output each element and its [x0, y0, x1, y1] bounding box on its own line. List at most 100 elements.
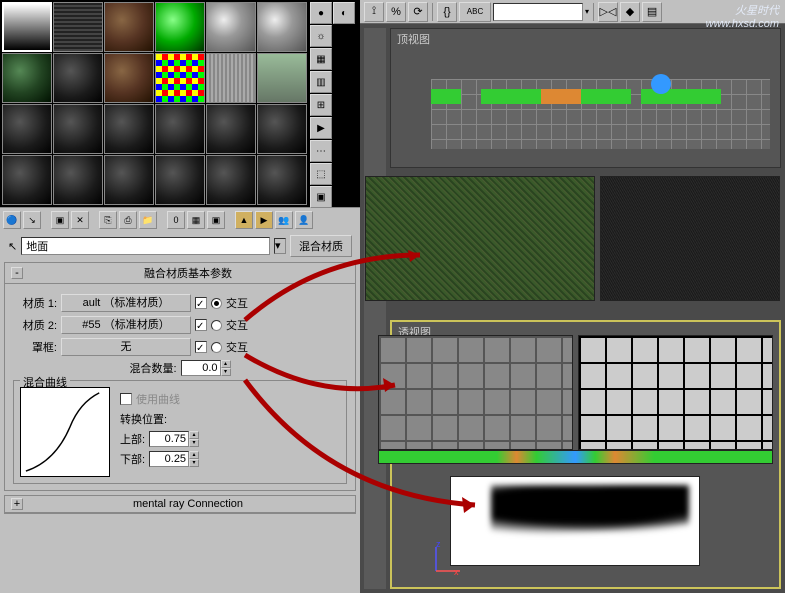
- reset-map-icon[interactable]: ✕: [71, 211, 89, 229]
- abc-icon[interactable]: ABC: [459, 2, 491, 22]
- material-slot[interactable]: [2, 2, 52, 52]
- sibling2-icon[interactable]: 👤: [295, 211, 313, 229]
- background-icon[interactable]: ▦: [310, 48, 332, 70]
- material-type-button[interactable]: 混合材质: [290, 235, 352, 257]
- spinner-up-icon[interactable]: ▴: [221, 360, 231, 368]
- mask-texture-preview: [450, 476, 700, 566]
- named-sel-icon[interactable]: {}: [437, 2, 457, 22]
- collapse-icon[interactable]: -: [11, 267, 23, 279]
- sample-uv-icon[interactable]: ▥: [310, 71, 332, 93]
- mtl-effects-icon[interactable]: 0: [167, 211, 185, 229]
- material-slot[interactable]: [206, 104, 256, 154]
- mat2-radio[interactable]: [211, 320, 222, 331]
- material-name-input[interactable]: [21, 237, 270, 255]
- material-slot[interactable]: [53, 104, 103, 154]
- mat1-button[interactable]: ault （标准材质）: [61, 294, 191, 312]
- dropdown-icon[interactable]: ▾: [585, 7, 589, 16]
- material-slot[interactable]: [104, 155, 154, 205]
- mirror-icon[interactable]: ▷◁: [598, 2, 618, 22]
- cobblestone-texture-preview: [378, 335, 573, 450]
- expand-icon[interactable]: +: [11, 498, 23, 510]
- dropdown-arrow-icon[interactable]: ▾: [274, 238, 286, 254]
- material-slot[interactable]: [206, 2, 256, 52]
- sibling-icon[interactable]: 👥: [275, 211, 293, 229]
- mat1-enable-checkbox[interactable]: [195, 297, 207, 309]
- material-slot[interactable]: [257, 53, 307, 103]
- top-viewport[interactable]: 顶视图: [390, 28, 781, 168]
- material-slot[interactable]: [155, 2, 205, 52]
- material-slot[interactable]: [257, 104, 307, 154]
- viewport-divider[interactable]: [364, 28, 386, 589]
- rollout-header[interactable]: + mental ray Connection: [5, 496, 355, 513]
- select-link-icon[interactable]: ⟟: [364, 2, 384, 22]
- make-preview-icon[interactable]: ▶: [310, 117, 332, 139]
- material-slot[interactable]: [53, 155, 103, 205]
- material-slot[interactable]: [155, 104, 205, 154]
- put-to-lib-icon[interactable]: 📁: [139, 211, 157, 229]
- terrain-strip-preview: [378, 450, 773, 464]
- spinner-down-icon[interactable]: ▾: [189, 439, 199, 447]
- put-to-scene-icon[interactable]: ↘: [23, 211, 41, 229]
- go-forward-icon[interactable]: ▶: [255, 211, 273, 229]
- backlight-icon[interactable]: ☼: [310, 25, 332, 47]
- material-slot[interactable]: [104, 53, 154, 103]
- options-icon[interactable]: ⋯: [310, 140, 332, 162]
- show-end-icon[interactable]: ▦: [187, 211, 205, 229]
- mix-amount-input[interactable]: [181, 360, 221, 376]
- material-slot[interactable]: [206, 155, 256, 205]
- pick-material-icon[interactable]: ↖: [8, 240, 17, 253]
- mask-label: 罩框:: [13, 339, 57, 355]
- blend-params-rollout: - 融合材质基本参数 材质 1: ault （标准材质） 交互 材质 2: #5…: [4, 262, 356, 491]
- angle-snap-icon[interactable]: ⟳: [408, 2, 428, 22]
- spinner-up-icon[interactable]: ▴: [189, 431, 199, 439]
- get-material-icon[interactable]: 🔵: [3, 211, 21, 229]
- spinner-down-icon[interactable]: ▾: [221, 368, 231, 376]
- mix-amount-spinner[interactable]: ▴▾: [181, 360, 231, 376]
- make-unique-icon[interactable]: ⎙: [119, 211, 137, 229]
- mask-radio[interactable]: [211, 342, 222, 353]
- use-curve-checkbox[interactable]: [120, 393, 132, 405]
- transition-label: 转换位置:: [120, 411, 167, 427]
- lower-spinner[interactable]: ▴▾: [149, 451, 199, 467]
- material-slot[interactable]: [104, 2, 154, 52]
- mask-button[interactable]: 无: [61, 338, 191, 356]
- material-slot[interactable]: [2, 104, 52, 154]
- material-slot[interactable]: [257, 155, 307, 205]
- align-icon[interactable]: ◆: [620, 2, 640, 22]
- show-map-icon[interactable]: ▣: [207, 211, 225, 229]
- mat1-radio[interactable]: [211, 298, 222, 309]
- material-slot[interactable]: [2, 53, 52, 103]
- spinner-up-icon[interactable]: ▴: [189, 451, 199, 459]
- material-slot[interactable]: [104, 104, 154, 154]
- material-slot[interactable]: [53, 53, 103, 103]
- material-side-toolbar: ● ◐ ☼ ▦ ▥ ⊞ ▶ ⋯ ⬚ ▣: [310, 2, 358, 208]
- upper-spinner[interactable]: ▴▾: [149, 431, 199, 447]
- mtl-library-icon[interactable]: ▣: [310, 186, 332, 208]
- material-slot[interactable]: [206, 53, 256, 103]
- video-check-icon[interactable]: ⊞: [310, 94, 332, 116]
- lower-input[interactable]: [149, 451, 189, 467]
- go-parent-icon[interactable]: ▲: [235, 211, 253, 229]
- mat2-enable-checkbox[interactable]: [195, 319, 207, 331]
- named-selection-input[interactable]: [493, 3, 583, 21]
- material-slot[interactable]: [155, 53, 205, 103]
- sample-light-icon[interactable]: ◐: [333, 2, 355, 24]
- material-slot[interactable]: [257, 2, 307, 52]
- material-slot[interactable]: [2, 155, 52, 205]
- mat2-button[interactable]: #55 （标准材质）: [61, 316, 191, 334]
- layer-icon[interactable]: ▤: [642, 2, 662, 22]
- percent-snap-icon[interactable]: %: [386, 2, 406, 22]
- rollout-title: mental ray Connection: [27, 498, 349, 510]
- assign-to-sel-icon[interactable]: ▣: [51, 211, 69, 229]
- make-copy-icon[interactable]: ⎘: [99, 211, 117, 229]
- mask-enable-checkbox[interactable]: [195, 341, 207, 353]
- spinner-down-icon[interactable]: ▾: [189, 459, 199, 467]
- upper-input[interactable]: [149, 431, 189, 447]
- rollout-header[interactable]: - 融合材质基本参数: [5, 263, 355, 284]
- material-slot[interactable]: [155, 155, 205, 205]
- cobblestone-bump-preview: [578, 335, 773, 450]
- material-slot[interactable]: [53, 2, 103, 52]
- sample-sphere-icon[interactable]: ●: [310, 2, 332, 24]
- watermark: 火星时代 www.hxsd.com: [706, 2, 779, 30]
- select-by-mat-icon[interactable]: ⬚: [310, 163, 332, 185]
